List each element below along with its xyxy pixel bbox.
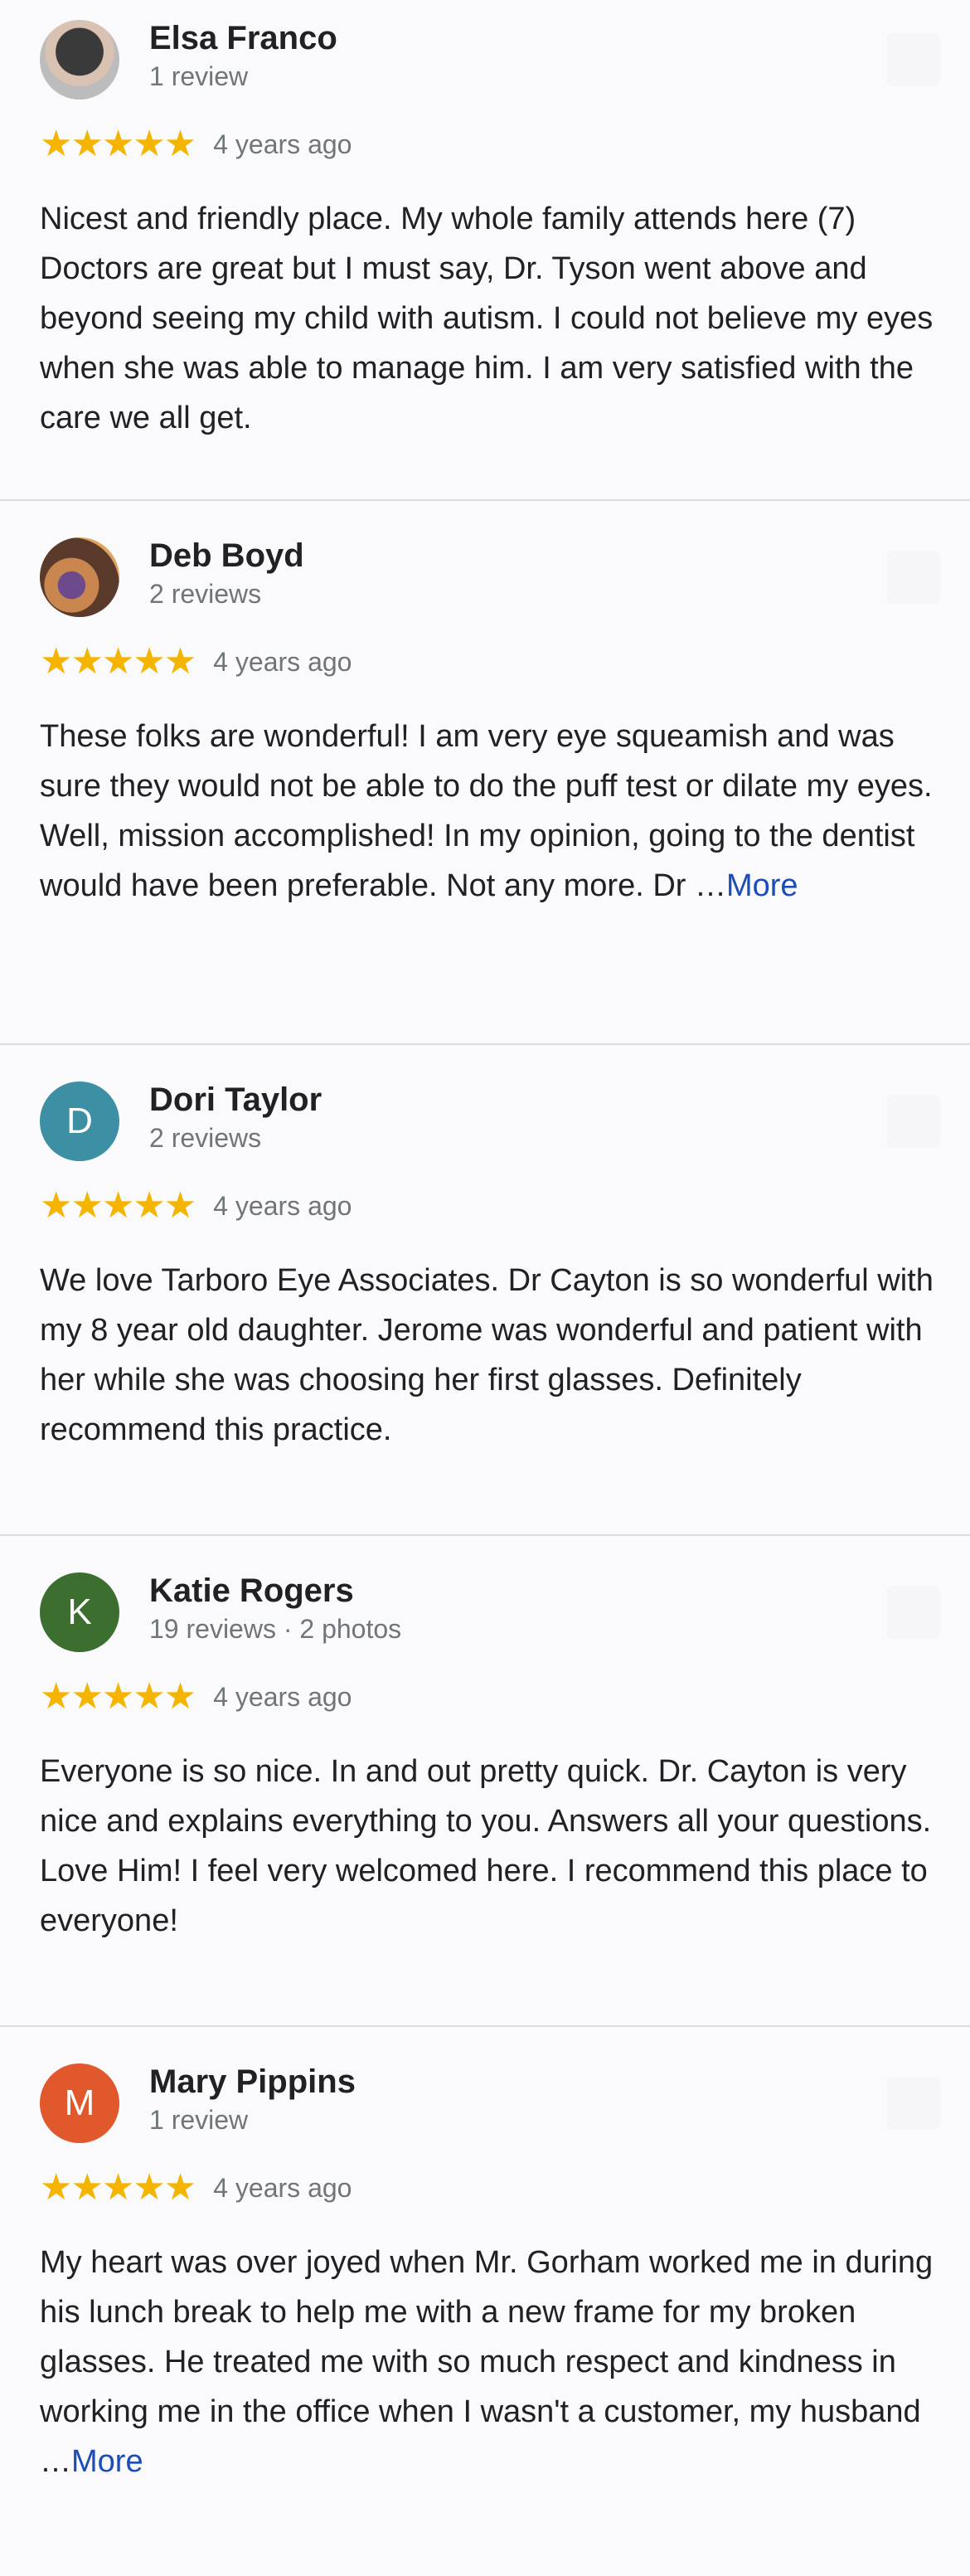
review-text: My heart was over joyed when Mr. Gorham … (40, 2238, 940, 2486)
rating-row: ★★★★★ 4 years ago (40, 126, 352, 163)
rating-row: ★★★★★ 4 years ago (40, 1188, 352, 1224)
review-text: Nicest and friendly place. My whole fami… (40, 194, 940, 443)
review-date: 4 years ago (213, 1190, 352, 1221)
review-card: M Mary Pippins 1 review ★★★★★ 4 years ag… (0, 2027, 970, 2525)
rating-row: ★★★★★ 4 years ago (40, 644, 352, 680)
review-text: Everyone is so nice. In and out pretty q… (40, 1747, 940, 1946)
star-rating-icon: ★★★★★ (40, 124, 196, 164)
avatar[interactable]: M (40, 2063, 119, 2143)
review-card: D Dori Taylor 2 reviews ★★★★★ 4 years ag… (0, 1045, 970, 1536)
rating-row: ★★★★★ 4 years ago (40, 2170, 352, 2206)
reviewer-meta: 19 reviews · 2 photos (149, 1614, 402, 1644)
avatar-letter: M (64, 2083, 95, 2123)
review-date: 4 years ago (213, 2172, 352, 2203)
review-text: We love Tarboro Eye Associates. Dr Cayto… (40, 1256, 940, 1455)
star-rating-icon: ★★★★★ (40, 2167, 196, 2208)
review-card: Deb Boyd 2 reviews ★★★★★ 4 years ago The… (0, 501, 970, 1045)
review-card: K Katie Rogers 19 reviews · 2 photos ★★★… (0, 1536, 970, 2027)
more-link[interactable]: More (726, 868, 798, 903)
reviewer-meta: 1 review (149, 2105, 249, 2135)
star-rating-icon: ★★★★★ (40, 1185, 196, 1226)
reviewer-name[interactable]: Mary Pippins (149, 2063, 356, 2101)
review-date: 4 years ago (213, 646, 352, 677)
reviewer-name[interactable]: Elsa Franco (149, 20, 337, 57)
reviewer-meta: 2 reviews (149, 579, 262, 609)
review-text: These folks are wonderful! I am very eye… (40, 712, 940, 911)
star-rating-icon: ★★★★★ (40, 1676, 196, 1717)
more-options-icon[interactable] (887, 1586, 940, 1639)
review-body: These folks are wonderful! I am very eye… (40, 719, 933, 903)
review-date: 4 years ago (213, 1681, 352, 1712)
review-body: Everyone is so nice. In and out pretty q… (40, 1754, 932, 1938)
reviewer-meta: 2 reviews (149, 1123, 262, 1153)
reviewer-name[interactable]: Deb Boyd (149, 537, 304, 575)
review-body: Nicest and friendly place. My whole fami… (40, 202, 934, 435)
more-link[interactable]: More (71, 2444, 143, 2479)
more-options-icon[interactable] (887, 1095, 940, 1148)
avatar-letter: K (67, 1592, 92, 1632)
reviewer-name[interactable]: Dori Taylor (149, 1081, 322, 1119)
review-body: We love Tarboro Eye Associates. Dr Cayto… (40, 1263, 934, 1447)
reviewer-meta: 1 review (149, 61, 249, 91)
avatar-letter: D (66, 1101, 93, 1141)
avatar[interactable]: D (40, 1081, 119, 1161)
avatar[interactable]: K (40, 1572, 119, 1652)
more-options-icon[interactable] (887, 551, 940, 604)
more-options-icon[interactable] (887, 33, 940, 86)
rating-row: ★★★★★ 4 years ago (40, 1679, 352, 1715)
star-rating-icon: ★★★★★ (40, 641, 196, 682)
review-body: My heart was over joyed when Mr. Gorham … (40, 2245, 934, 2479)
reviewer-name[interactable]: Katie Rogers (149, 1572, 354, 1610)
more-options-icon[interactable] (887, 2077, 940, 2130)
avatar[interactable] (40, 537, 119, 617)
review-card: Elsa Franco 1 review ★★★★★ 4 years ago N… (0, 0, 970, 501)
avatar[interactable] (40, 20, 119, 100)
review-date: 4 years ago (213, 129, 352, 159)
